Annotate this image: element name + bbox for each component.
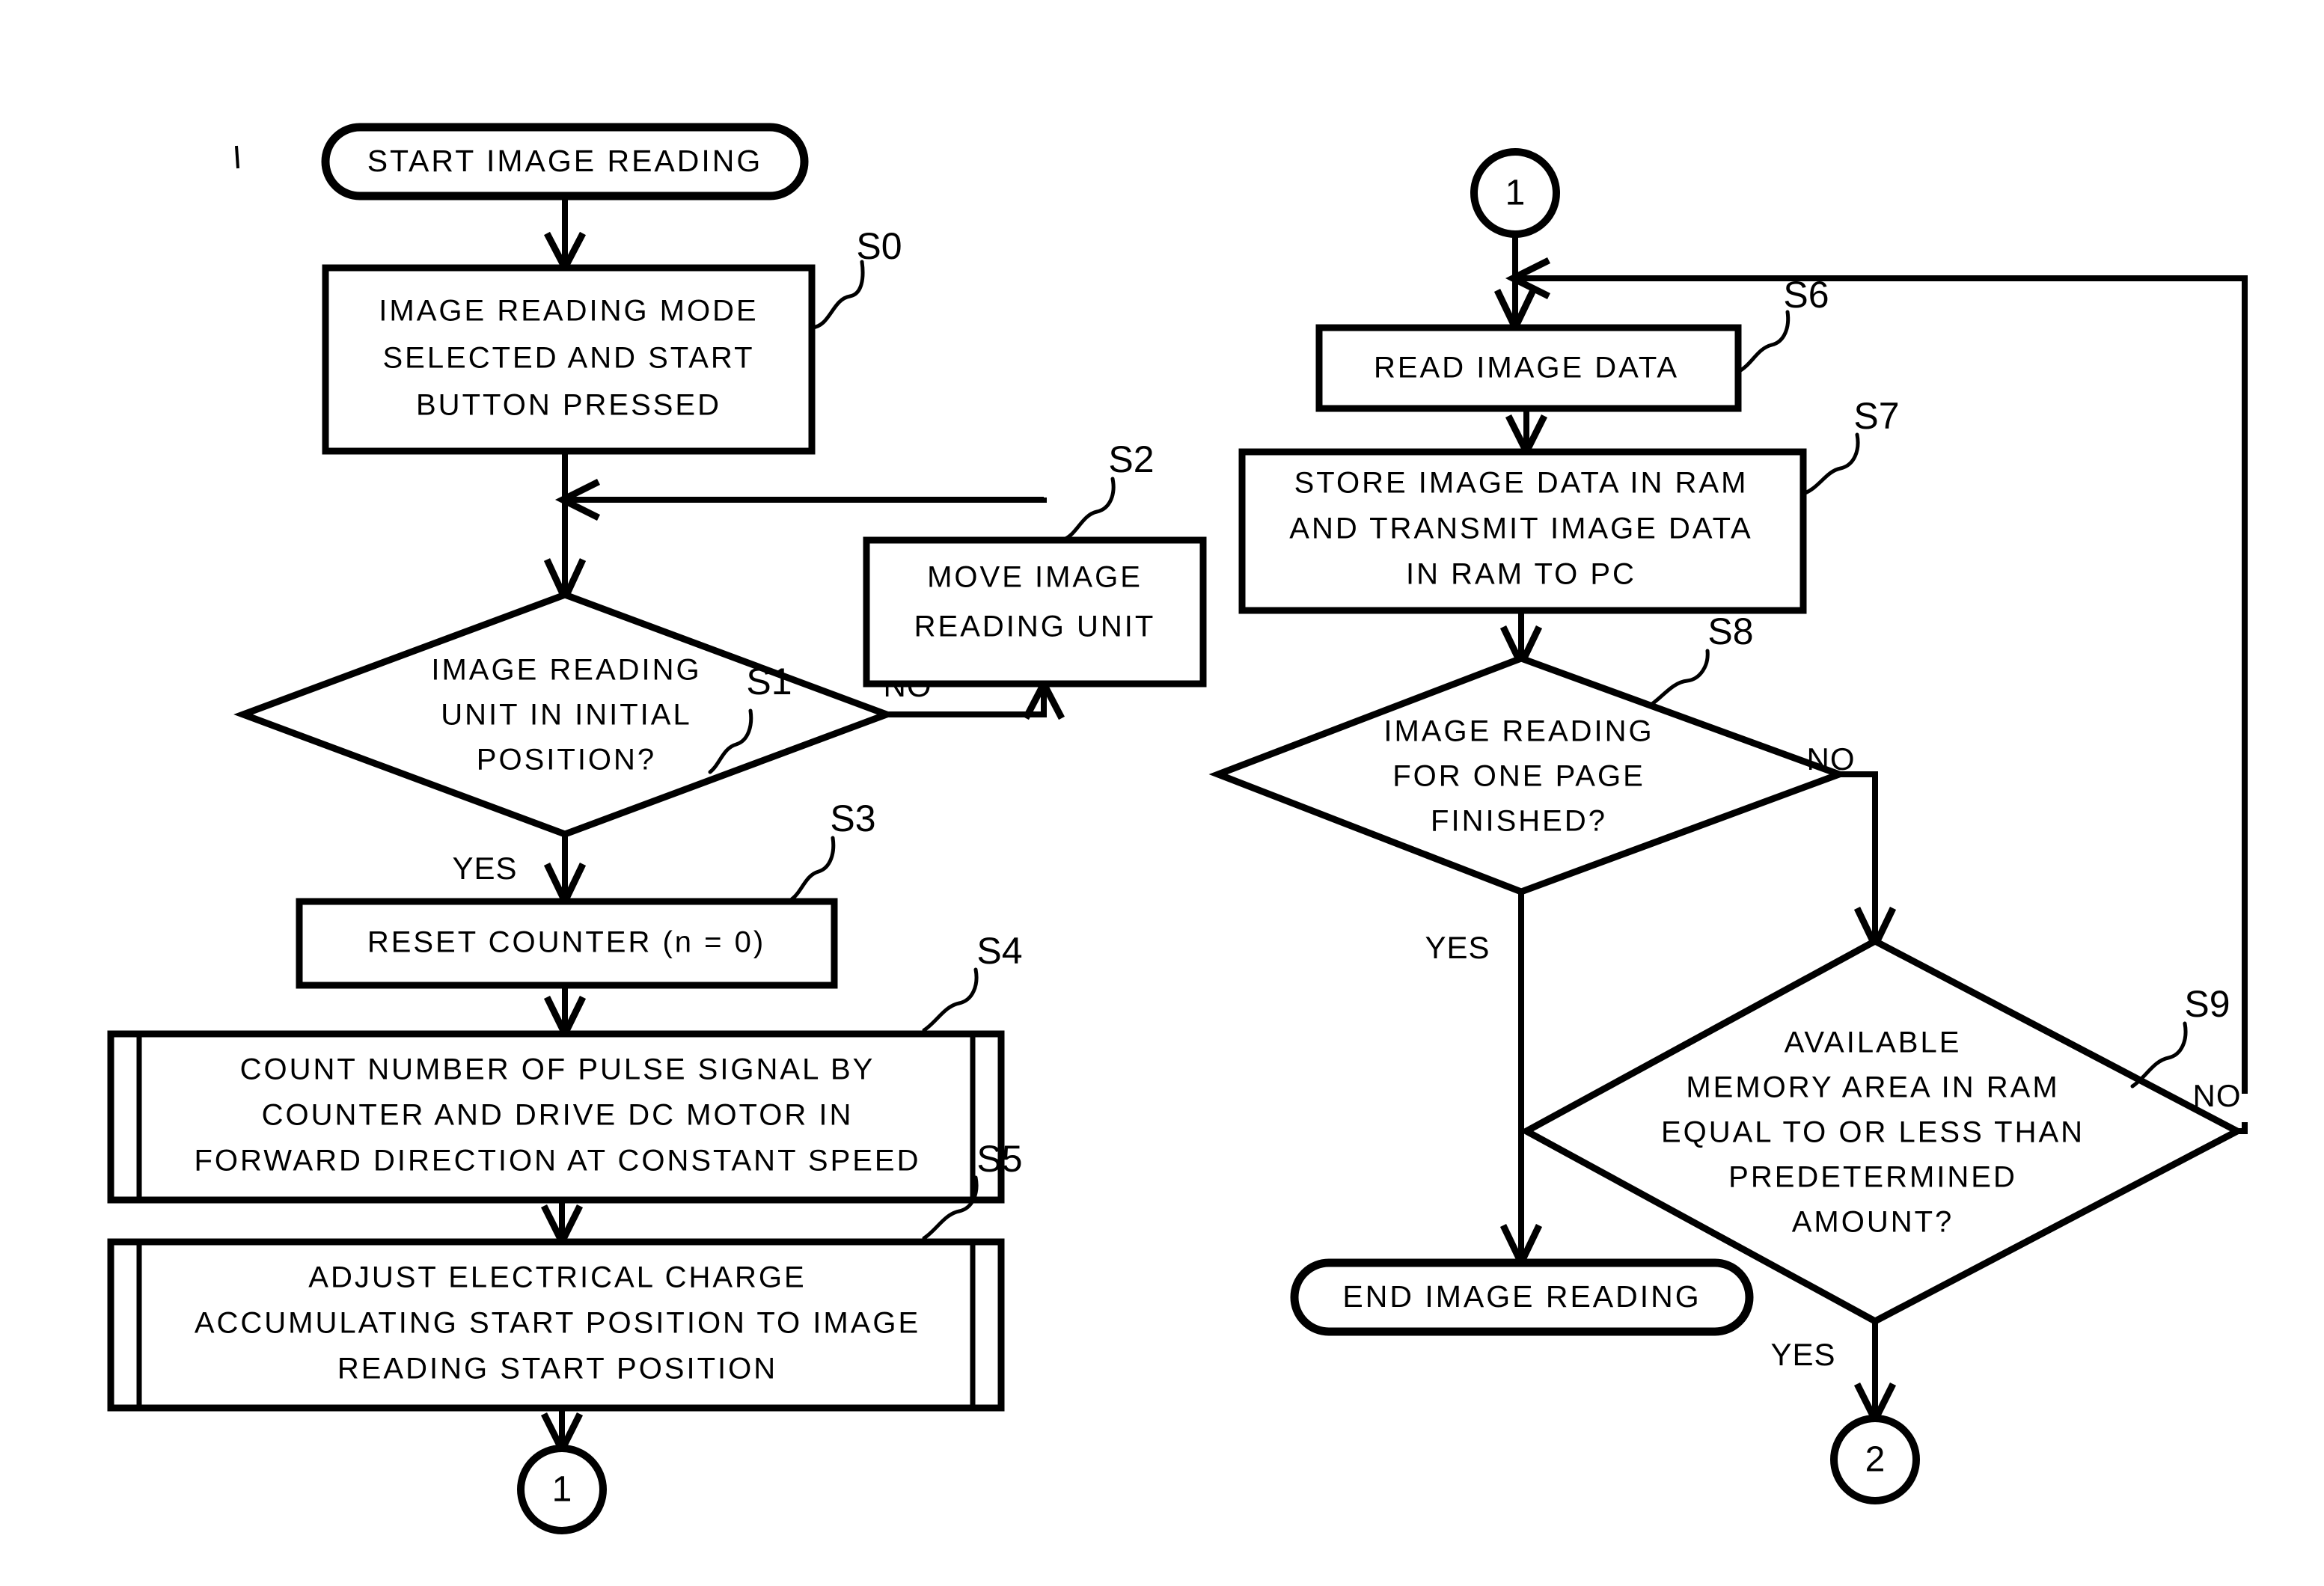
s9-line-5: AMOUNT? bbox=[1792, 1206, 1954, 1239]
edge-s4-to-s5 bbox=[540, 1200, 584, 1250]
edge-s1-yes-to-s3: YES bbox=[452, 834, 587, 910]
s6-leader-line bbox=[1736, 310, 1791, 374]
s5-line-1: ADJUST ELECTRICAL CHARGE bbox=[308, 1261, 806, 1294]
s8-line-3: FINISHED? bbox=[1431, 805, 1607, 838]
edge-s9-no-exit bbox=[2237, 1122, 2248, 1134]
s4-line-1: COUNT NUMBER OF PULSE SIGNAL BY bbox=[240, 1053, 875, 1086]
s9-line-1: AVAILABLE bbox=[1785, 1026, 1962, 1059]
node-connector-1-top: 1 bbox=[1470, 148, 1560, 238]
s9-yes-label: YES bbox=[1770, 1337, 1835, 1372]
s0-line-1: IMAGE READING MODE bbox=[379, 295, 758, 328]
edge-s8-no-to-s9-line bbox=[1839, 771, 1878, 941]
edge-s2-to-trunk bbox=[554, 478, 1047, 521]
node-start: START IMAGE READING bbox=[321, 123, 809, 200]
edge-s3-to-s4 bbox=[543, 985, 587, 1042]
flowchart-diagram: START IMAGE READING IMAGE READING MODE S… bbox=[0, 0, 2324, 1586]
s2-step-label: S2 bbox=[1108, 438, 1154, 480]
s4-line-2: COUNTER AND DRIVE DC MOTOR IN bbox=[262, 1099, 854, 1132]
edge-s5-to-connector1 bbox=[540, 1408, 584, 1458]
edge-s9-yes-to-connector2: YES bbox=[1770, 1321, 1897, 1428]
s5-line-2: ACCUMULATING START POSITION TO IMAGE bbox=[195, 1307, 920, 1340]
s3-line-1: RESET COUNTER (n = 0) bbox=[367, 926, 765, 959]
s2-leader-line bbox=[1063, 477, 1116, 541]
s7-leader-line bbox=[1801, 432, 1860, 496]
s9-line-4: PREDETERMINED bbox=[1728, 1161, 2017, 1194]
s0-line-2: SELECTED AND START bbox=[382, 342, 754, 375]
s3-step-label: S3 bbox=[830, 797, 875, 839]
s9-line-2: MEMORY AREA IN RAM bbox=[1686, 1071, 2059, 1104]
start-terminator-label: START IMAGE READING bbox=[367, 144, 763, 178]
node-s1: IMAGE READING UNIT IN INITIAL POSITION? … bbox=[233, 591, 896, 838]
node-s0: IMAGE READING MODE SELECTED AND START BU… bbox=[322, 225, 902, 455]
s4-step-label: S4 bbox=[976, 930, 1022, 972]
s7-line-1: STORE IMAGE DATA IN RAM bbox=[1294, 467, 1749, 500]
node-s6: READ IMAGE DATA S6 bbox=[1315, 274, 1829, 412]
s9-line-3: EQUAL TO OR LESS THAN bbox=[1661, 1116, 2085, 1149]
s4-leader-line bbox=[922, 967, 979, 1032]
node-s7: STORE IMAGE DATA IN RAM AND TRANSMIT IMA… bbox=[1238, 395, 1900, 614]
end-terminator-label: END IMAGE READING bbox=[1342, 1279, 1701, 1314]
s6-line-1: READ IMAGE DATA bbox=[1374, 352, 1679, 385]
edge-s6-to-s7 bbox=[1505, 408, 1548, 460]
s1-yes-label: YES bbox=[452, 851, 517, 886]
edge-s9-no-exit-line bbox=[2237, 1122, 2248, 1134]
stray-tick-mark bbox=[235, 145, 239, 169]
node-connector-1-bottom: 1 bbox=[517, 1445, 607, 1534]
edge-s0-to-s1 bbox=[543, 451, 587, 607]
s0-leader-line bbox=[810, 260, 865, 330]
s1-line-2: UNIT IN INITIAL bbox=[441, 699, 691, 732]
s0-step-label: S0 bbox=[856, 225, 902, 267]
node-s2: MOVE IMAGE READING UNIT S2 bbox=[863, 438, 1207, 688]
s8-leader-line bbox=[1648, 649, 1710, 708]
s6-step-label: S6 bbox=[1783, 274, 1829, 316]
s7-step-label: S7 bbox=[1853, 395, 1899, 437]
connector-2-label: 2 bbox=[1865, 1440, 1886, 1480]
s8-yes-label: YES bbox=[1425, 930, 1490, 965]
s8-line-2: FOR ONE PAGE bbox=[1392, 760, 1645, 793]
connector-1-top-label: 1 bbox=[1505, 174, 1526, 213]
s1-line-3: POSITION? bbox=[477, 744, 656, 777]
connector-1-bottom-label: 1 bbox=[552, 1470, 572, 1510]
s7-line-3: IN RAM TO PC bbox=[1406, 558, 1636, 591]
flowchart-svg: START IMAGE READING IMAGE READING MODE S… bbox=[107, 123, 2248, 1534]
s9-no-label: NO bbox=[2193, 1078, 2242, 1113]
s1-line-1: IMAGE READING bbox=[431, 654, 701, 687]
s2-line-2: READING UNIT bbox=[914, 610, 1156, 643]
edge-s2-to-trunk-line bbox=[569, 497, 1047, 503]
node-connector-2: 2 bbox=[1830, 1415, 1920, 1504]
node-end: END IMAGE READING bbox=[1290, 1258, 1754, 1336]
s4-line-3: FORWARD DIRECTION AT CONSTANT SPEED bbox=[194, 1145, 920, 1178]
s9-step-label: S9 bbox=[2184, 983, 2230, 1025]
s8-line-1: IMAGE READING bbox=[1383, 715, 1654, 748]
s0-line-3: BUTTON PRESSED bbox=[416, 389, 721, 422]
s8-step-label: S8 bbox=[1707, 610, 1753, 652]
edge-start-to-s0 bbox=[544, 196, 586, 275]
s1-step-label: S1 bbox=[746, 661, 792, 702]
s8-no-label: NO bbox=[1807, 741, 1856, 777]
s5-step-label: S5 bbox=[976, 1138, 1022, 1180]
edge-s8-yes-to-end: YES bbox=[1425, 892, 1543, 1271]
s5-line-3: READING START POSITION bbox=[337, 1353, 777, 1386]
s2-line-1: MOVE IMAGE bbox=[927, 561, 1143, 594]
s3-leader-line bbox=[789, 836, 836, 901]
s7-line-2: AND TRANSMIT IMAGE DATA bbox=[1289, 512, 1752, 545]
edge-s8-no-to-s9: NO bbox=[1807, 741, 1897, 954]
